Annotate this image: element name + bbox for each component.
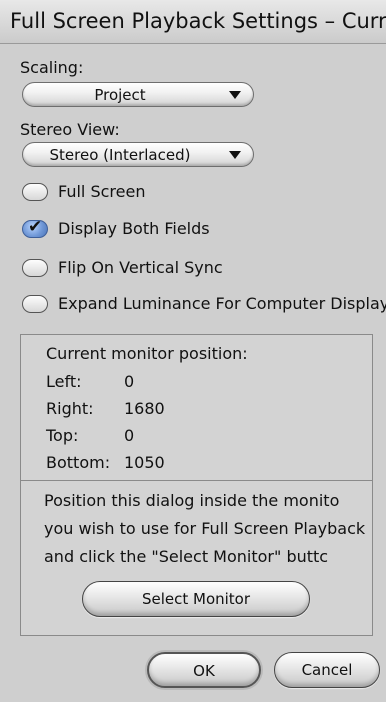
- checkmark-icon: ✔: [28, 217, 43, 237]
- expand-luminance-label: Expand Luminance For Computer Displays: [58, 294, 386, 313]
- flip-on-vertical-sync-checkbox[interactable]: [22, 259, 48, 277]
- monitor-position-heading: Current monitor position:: [46, 344, 248, 363]
- scaling-label: Scaling:: [20, 58, 84, 77]
- monitor-bottom-value: 1050: [124, 453, 165, 472]
- cancel-button[interactable]: Cancel: [274, 652, 380, 688]
- group-divider: [20, 480, 373, 481]
- instructions-line-3: and click the "Select Monitor" buttc: [44, 547, 329, 566]
- window-title[interactable]: Full Screen Playback Settings – Curr...: [0, 0, 386, 44]
- instructions-line-2: you wish to use for Full Screen Playback: [44, 519, 366, 538]
- select-monitor-button[interactable]: Select Monitor: [82, 581, 310, 617]
- stereo-view-label: Stereo View:: [20, 120, 120, 139]
- monitor-left-label: Left:: [46, 372, 82, 391]
- display-both-fields-checkbox[interactable]: ✔: [22, 217, 48, 238]
- flip-on-vertical-sync-label: Flip On Vertical Sync: [58, 258, 223, 277]
- ok-button[interactable]: OK: [147, 652, 261, 688]
- chevron-down-icon: [229, 91, 241, 99]
- expand-luminance-checkbox[interactable]: [22, 295, 48, 313]
- monitor-right-value: 1680: [124, 399, 165, 418]
- display-both-fields-label: Display Both Fields: [58, 219, 210, 238]
- chevron-down-icon: [229, 151, 241, 159]
- full-screen-checkbox[interactable]: [22, 183, 48, 201]
- stereo-view-popup[interactable]: Stereo (Interlaced): [22, 142, 254, 167]
- monitor-right-label: Right:: [46, 399, 94, 418]
- monitor-bottom-label: Bottom:: [46, 453, 111, 472]
- instructions-line-1: Position this dialog inside the monito: [44, 491, 340, 510]
- scaling-popup[interactable]: Project: [22, 82, 254, 107]
- monitor-left-value: 0: [124, 372, 135, 391]
- full-screen-playback-settings-dialog: Full Screen Playback Settings – Curr... …: [0, 0, 386, 702]
- monitor-top-value: 0: [124, 426, 135, 445]
- scaling-selected-value: Project: [94, 86, 146, 104]
- stereo-view-selected-value: Stereo (Interlaced): [49, 146, 191, 164]
- full-screen-label: Full Screen: [58, 182, 146, 201]
- monitor-top-label: Top:: [46, 426, 79, 445]
